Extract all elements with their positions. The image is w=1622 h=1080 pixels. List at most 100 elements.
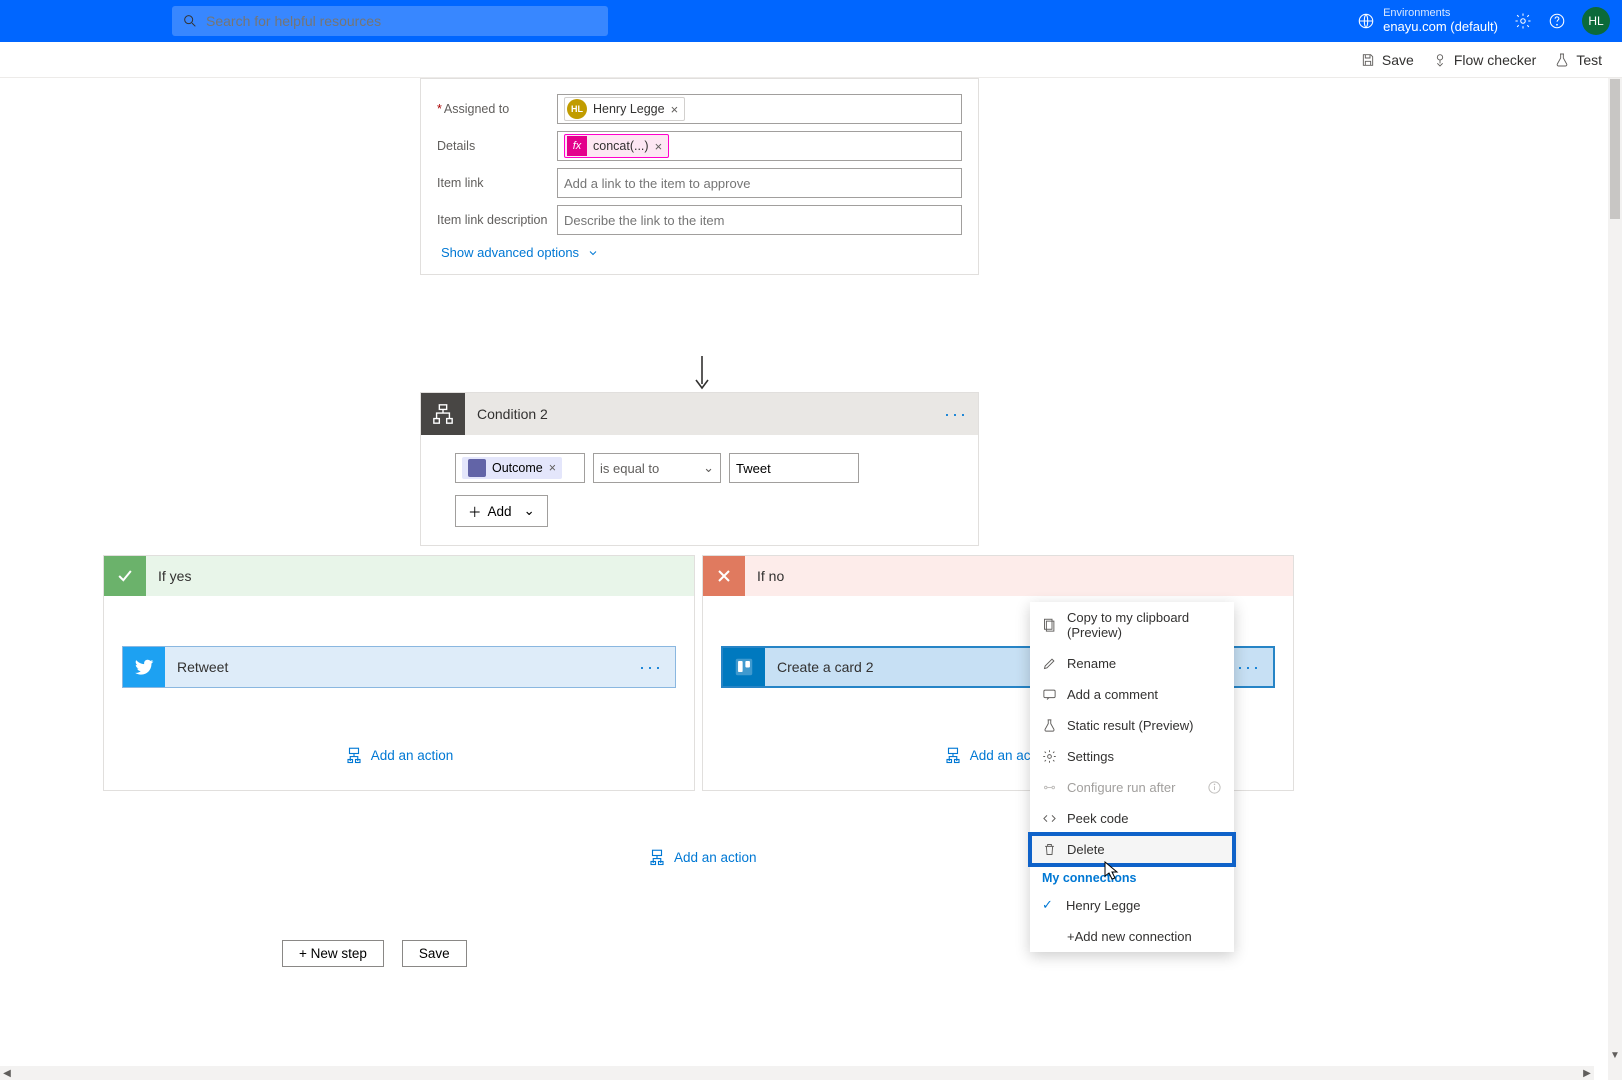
ctx-connection-item[interactable]: ✓ Henry Legge — [1030, 889, 1234, 921]
ctx-configure-run-after: Configure run after — [1030, 772, 1234, 803]
new-step-button[interactable]: + New step — [282, 940, 384, 967]
add-label: Add — [488, 504, 512, 519]
condition-operator-select[interactable]: is equal to ⌄ — [593, 453, 721, 483]
cross-icon — [703, 556, 745, 596]
assigned-to-label: Assigned to — [437, 102, 557, 116]
outcome-text: Outcome — [492, 461, 543, 475]
flow-checker-button[interactable]: Flow checker — [1432, 52, 1536, 68]
vertical-scrollbar[interactable]: ▲ ▼ — [1608, 78, 1622, 1080]
save-label: Save — [1382, 52, 1414, 68]
show-advanced-label: Show advanced options — [441, 245, 579, 260]
check-icon — [104, 556, 146, 596]
details-input[interactable]: fx concat(...) × — [557, 131, 962, 161]
if-no-header[interactable]: If no — [703, 556, 1293, 596]
test-label: Test — [1576, 52, 1602, 68]
if-yes-branch: If yes Retweet ··· Add an action — [103, 555, 695, 791]
action-menu-icon[interactable]: ··· — [1237, 657, 1261, 678]
check-icon: ✓ — [1042, 897, 1056, 913]
item-link-desc-input[interactable] — [557, 205, 962, 235]
ctx-settings-label: Settings — [1067, 749, 1114, 764]
search-input[interactable] — [206, 13, 598, 29]
approval-action-card[interactable]: Assigned to HL Henry Legge × Details fx … — [420, 78, 979, 275]
token-avatar: HL — [567, 99, 587, 119]
flask-icon — [1042, 718, 1057, 733]
gear-icon — [1042, 749, 1057, 764]
scroll-right-icon[interactable]: ▶ — [1580, 1066, 1594, 1080]
condition-title: Condition 2 — [477, 406, 548, 422]
test-button[interactable]: Test — [1554, 52, 1602, 68]
action-menu,[interactable]: ··· — [639, 657, 663, 678]
assigned-to-token[interactable]: HL Henry Legge × — [564, 97, 685, 121]
ctx-runafter-label: Configure run after — [1067, 780, 1175, 795]
outcome-token[interactable]: Outcome × — [462, 457, 562, 479]
search-box[interactable] — [172, 6, 608, 36]
scrollbar-thumb[interactable] — [1610, 79, 1620, 219]
ctx-add-comment[interactable]: Add a comment — [1030, 679, 1234, 710]
ctx-static-result[interactable]: Static result (Preview) — [1030, 710, 1234, 741]
ctx-my-connections-header: My connections — [1030, 865, 1234, 889]
environment-label: Environments — [1383, 7, 1498, 20]
ctx-peek-label: Peek code — [1067, 811, 1128, 826]
ctx-delete[interactable]: Delete — [1030, 834, 1234, 865]
environment-picker[interactable]: Environments enayu.com (default) — [1357, 7, 1498, 35]
ctx-rename[interactable]: Rename — [1030, 648, 1234, 679]
assigned-to-input[interactable]: HL Henry Legge × — [557, 94, 962, 124]
condition-menu-icon[interactable]: ··· — [944, 404, 968, 425]
help-icon[interactable] — [1548, 12, 1566, 30]
info-icon — [1207, 780, 1222, 795]
ctx-static-label: Static result (Preview) — [1067, 718, 1193, 733]
flow-checker-label: Flow checker — [1454, 52, 1536, 68]
token-remove-icon[interactable]: × — [671, 102, 679, 117]
retweet-action-card[interactable]: Retweet ··· — [122, 646, 676, 688]
horizontal-scrollbar[interactable]: ◀ ▶ — [0, 1066, 1594, 1080]
test-icon — [1554, 52, 1570, 68]
settings-icon[interactable] — [1514, 12, 1532, 30]
item-link-field[interactable] — [564, 176, 955, 191]
add-action-icon — [944, 746, 962, 764]
save-button[interactable]: Save — [1360, 52, 1414, 68]
trello-icon — [723, 648, 765, 686]
ctx-add-new-connection[interactable]: +Add new connection — [1030, 921, 1234, 952]
token-name: Henry Legge — [593, 102, 665, 116]
ctx-rename-label: Rename — [1067, 656, 1116, 671]
ctx-settings[interactable]: Settings — [1030, 741, 1234, 772]
mouse-cursor — [1104, 861, 1119, 881]
condition-left-operand[interactable]: Outcome × — [455, 453, 585, 483]
save-bottom-button[interactable]: Save — [402, 940, 467, 967]
token-remove-icon[interactable]: × — [655, 139, 663, 154]
add-action-yes[interactable]: Add an action — [122, 746, 676, 764]
token-remove-icon[interactable]: × — [549, 461, 556, 475]
bottom-buttons: + New step Save — [282, 940, 467, 967]
ctx-connection-label: Henry Legge — [1066, 898, 1140, 913]
plus-icon: ＋ — [468, 501, 482, 521]
if-yes-header[interactable]: If yes — [104, 556, 694, 596]
scroll-down-icon[interactable]: ▼ — [1608, 1048, 1622, 1062]
chevron-down-icon — [587, 247, 599, 259]
condition-card[interactable]: Condition 2 ··· Outcome × is equal to ⌄ … — [420, 392, 979, 546]
user-avatar[interactable]: HL — [1582, 7, 1610, 35]
item-link-desc-label: Item link description — [437, 213, 557, 227]
item-link-label: Item link — [437, 176, 557, 190]
details-label: Details — [437, 139, 557, 153]
show-advanced-options[interactable]: Show advanced options — [441, 245, 962, 260]
condition-header[interactable]: Condition 2 ··· — [421, 393, 978, 435]
if-no-title: If no — [757, 568, 784, 584]
scroll-left-icon[interactable]: ◀ — [0, 1066, 14, 1080]
outcome-icon — [468, 459, 486, 477]
details-token[interactable]: fx concat(...) × — [564, 134, 669, 158]
item-link-input[interactable] — [557, 168, 962, 198]
details-token-text: concat(...) — [593, 139, 649, 153]
comment-icon — [1042, 687, 1057, 702]
ctx-copy-clipboard[interactable]: Copy to my clipboard (Preview) — [1030, 602, 1234, 648]
runafter-icon — [1042, 780, 1057, 795]
create-card-title: Create a card 2 — [777, 659, 874, 675]
add-condition-button[interactable]: ＋ Add ⌄ — [455, 495, 548, 527]
pencil-icon — [1042, 656, 1057, 671]
add-action-outer[interactable]: Add an action — [648, 848, 757, 866]
flow-canvas: Assigned to HL Henry Legge × Details fx … — [0, 78, 1608, 1080]
add-action-label: Add an action — [371, 748, 454, 763]
condition-right-operand[interactable]: Tweet — [729, 453, 859, 483]
item-link-desc-field[interactable] — [564, 213, 955, 228]
top-bar: Environments enayu.com (default) HL — [0, 0, 1622, 42]
ctx-peek-code[interactable]: Peek code — [1030, 803, 1234, 834]
